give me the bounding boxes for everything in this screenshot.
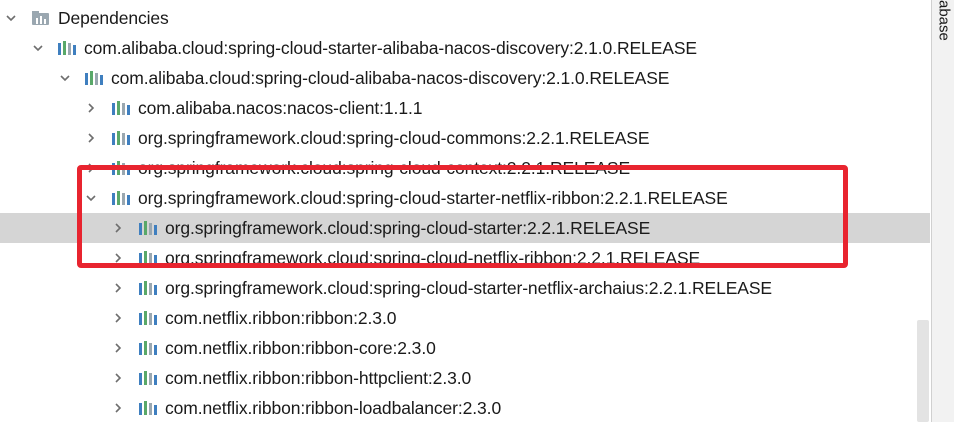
library-icon [112, 101, 130, 115]
tree-node-label: com.netflix.ribbon:ribbon-core:2.3.0 [165, 338, 436, 358]
tree-node-label: org.springframework.cloud:spring-cloud-s… [165, 218, 651, 238]
side-tab-label: abase [935, 0, 953, 41]
tree-node-dependency[interactable]: org.springframework.cloud:spring-cloud-c… [0, 123, 930, 153]
chevron-down-icon[interactable] [57, 63, 73, 93]
chevron-down-icon[interactable] [83, 183, 99, 213]
tree-node-label: org.springframework.cloud:spring-cloud-n… [165, 248, 701, 268]
tree-node-dependency[interactable]: com.netflix.ribbon:ribbon-core:2.3.0 [0, 333, 930, 363]
chevron-right-icon[interactable] [110, 273, 126, 303]
vertical-scrollbar[interactable] [917, 320, 929, 422]
tree-node-dependency[interactable]: org.springframework.cloud:spring-cloud-s… [0, 273, 930, 303]
tree-node-dependency[interactable]: com.netflix.ribbon:ribbon:2.3.0 [0, 303, 930, 333]
library-icon [139, 401, 157, 415]
chevron-right-icon[interactable] [110, 213, 126, 243]
library-icon [85, 71, 103, 85]
tree-node-label: org.springframework.cloud:spring-cloud-s… [138, 188, 728, 208]
tree-node-label: Dependencies [58, 8, 169, 28]
tree-node-label: com.alibaba.nacos:nacos-client:1.1.1 [138, 98, 423, 118]
chevron-right-icon[interactable] [83, 123, 99, 153]
tree-node-label: org.springframework.cloud:spring-cloud-c… [138, 158, 631, 178]
tree-node-label: com.alibaba.cloud:spring-cloud-alibaba-n… [111, 68, 670, 88]
library-icon [139, 281, 157, 295]
library-icon [112, 191, 130, 205]
tree-node-dependencies[interactable]: Dependencies [0, 3, 930, 33]
tree-node-dependency[interactable]: com.netflix.ribbon:ribbon-httpclient:2.3… [0, 363, 930, 393]
tree-node-label: org.springframework.cloud:spring-cloud-c… [138, 128, 650, 148]
library-icon [139, 311, 157, 325]
tree-node-dependency[interactable]: org.springframework.cloud:spring-cloud-n… [0, 243, 930, 273]
chevron-right-icon[interactable] [110, 333, 126, 363]
tree-node-label: com.netflix.ribbon:ribbon:2.3.0 [165, 308, 397, 328]
chevron-right-icon[interactable] [110, 363, 126, 393]
chevron-right-icon[interactable] [110, 303, 126, 333]
dependency-tree[interactable]: Dependencies com.alibaba.cloud:spring-cl… [0, 0, 930, 422]
library-icon [139, 371, 157, 385]
tree-node-label: org.springframework.cloud:spring-cloud-s… [165, 278, 773, 298]
library-icon [139, 221, 157, 235]
tree-node-label: com.alibaba.cloud:spring-cloud-starter-a… [84, 38, 697, 58]
tree-node-label: com.netflix.ribbon:ribbon-httpclient:2.3… [165, 368, 472, 388]
tree-node-dependency[interactable]: org.springframework.cloud:spring-cloud-c… [0, 153, 930, 183]
chevron-right-icon[interactable] [83, 153, 99, 183]
library-icon [139, 251, 157, 265]
tree-node-label: com.netflix.ribbon:ribbon-loadbalancer:2… [165, 398, 502, 418]
tree-node-dependency[interactable]: com.netflix.ribbon:ribbon-loadbalancer:2… [0, 393, 930, 423]
chevron-down-icon[interactable] [3, 3, 19, 33]
tree-node-dependency-selected[interactable]: org.springframework.cloud:spring-cloud-s… [0, 213, 930, 243]
folder-chart-icon [32, 11, 49, 25]
library-icon [139, 341, 157, 355]
tree-node-dependency[interactable]: com.alibaba.nacos:nacos-client:1.1.1 [0, 93, 930, 123]
chevron-right-icon[interactable] [110, 393, 126, 423]
library-icon [58, 41, 76, 55]
tree-node-dependency[interactable]: org.springframework.cloud:spring-cloud-s… [0, 183, 930, 213]
library-icon [112, 131, 130, 145]
chevron-right-icon[interactable] [83, 93, 99, 123]
chevron-right-icon[interactable] [110, 243, 126, 273]
chevron-down-icon[interactable] [30, 33, 46, 63]
database-side-tab[interactable]: abase [935, 0, 953, 70]
tree-node-dependency[interactable]: com.alibaba.cloud:spring-cloud-starter-a… [0, 33, 930, 63]
library-icon [112, 161, 130, 175]
tree-node-dependency[interactable]: com.alibaba.cloud:spring-cloud-alibaba-n… [0, 63, 930, 93]
